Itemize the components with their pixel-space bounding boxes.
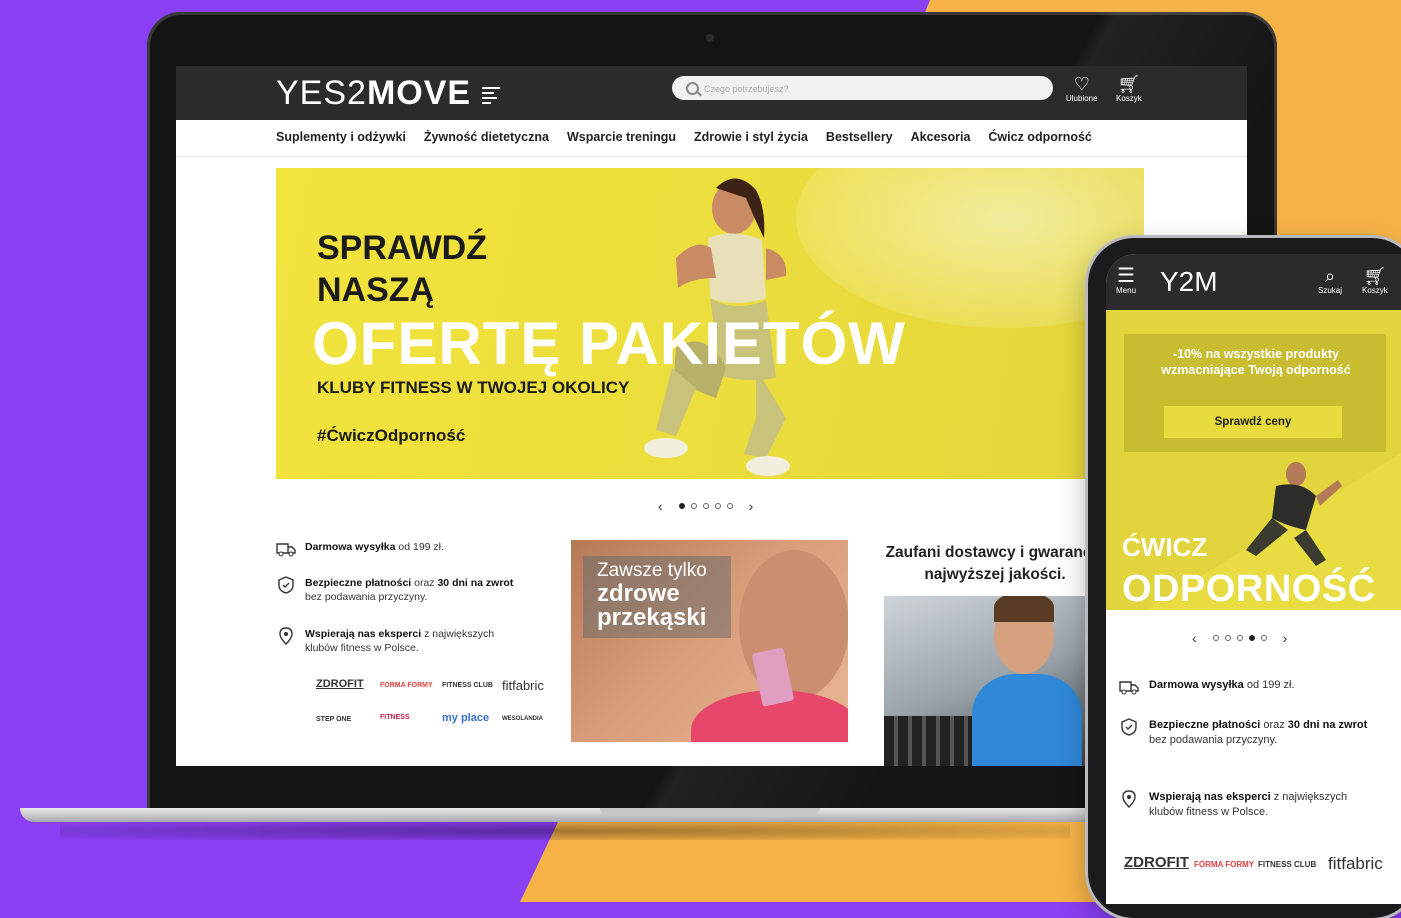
hero-line2: NASZĄ [317,271,435,309]
brand-logo-wesolandia[interactable]: WESOLANDIA [502,716,543,722]
brand-logo-fitfabric[interactable]: fitfabric [502,678,544,693]
brand-logo-fitness-club[interactable]: FITNESS CLUB [442,682,493,689]
brand-logo-my-place[interactable]: my place [442,712,489,724]
carousel-dot[interactable] [1248,635,1255,641]
trust-title: Zaufani dostawcy i gwarancja najwyższej … [885,544,1105,583]
brand-logo-step-one[interactable]: STEP ONE [316,716,351,723]
carousel-dot[interactable] [1260,635,1267,641]
truck-icon [276,543,296,557]
woman-face-image [739,550,848,700]
carousel-dot[interactable] [1236,635,1243,641]
search-icon [686,82,699,95]
mobile-logo[interactable]: Y2M [1160,266,1218,298]
hero-hashtag: #ĆwiczOdporność [317,426,466,445]
brand-logo-fitness[interactable]: FITNESS [380,714,410,721]
laptop-base [20,808,1110,822]
mobile-menu-button[interactable]: ☰ Menu [1116,266,1136,295]
mobile-header: ☰ Menu Y2M ⌕ Szukaj 🛒︎ Koszyk [1106,254,1401,310]
nav-item-supplements[interactable]: Suplementy i odżywki [276,130,406,144]
dumbbells-image [884,716,974,766]
search-input[interactable] [702,79,1036,99]
cart-icon: 🛒︎ [1117,74,1141,94]
brand-logo-zdrofit[interactable]: ZDROFIT [1124,854,1189,871]
carousel-dot[interactable] [714,503,721,509]
main-nav: Suplementy i odżywki Żywność dietetyczna… [276,130,1092,144]
mobile-search-button[interactable]: ⌕ Szukaj [1318,266,1342,295]
nav-item-accessories[interactable]: Akcesoria [911,130,971,144]
nav-item-diet-food[interactable]: Żywność dietetyczna [424,130,549,144]
search-bar[interactable] [672,76,1053,100]
nav-item-training[interactable]: Wsparcie treningu [567,130,676,144]
brand-logo-fitness-club[interactable]: FITNESS CLUB [1258,860,1316,869]
mobile-carousel-controls: ‹ › [1182,630,1297,646]
laptop-screen: YES2MOVE ♡ Ulubione 🛒︎ Koszyk Suplementy… [176,66,1247,766]
brand-logo-forma-formy[interactable]: FORMA FORMY [380,682,433,689]
check-prices-button[interactable]: Sprawdź ceny [1164,406,1342,438]
carousel-dot[interactable] [1212,635,1219,641]
site-logo[interactable]: YES2MOVE [276,74,500,113]
mobile-hero-line2: ODPORNOŚĆ [1122,568,1376,610]
laptop-notch [600,808,820,815]
carousel-dot[interactable] [690,503,697,509]
laptop-camera [706,34,714,42]
gym-trainer-card[interactable] [884,596,1096,766]
mobile-cart-button[interactable]: 🛒︎ Koszyk [1362,266,1388,295]
carousel-prev-button[interactable]: ‹ [1182,630,1207,646]
snack-promo-card[interactable]: Zawsze tylko zdrowe przekąski [571,540,848,742]
hero-line1: SPRAWDŹ [317,229,487,267]
carousel-prev-button[interactable]: ‹ [648,498,673,514]
heart-icon: ♡ [1073,74,1090,94]
nav-item-immunity[interactable]: Ćwicz odporność [988,130,1091,144]
logo-dash-icon [481,84,500,107]
brand-logo-fitfabric[interactable]: fitfabric [1328,854,1383,874]
laptop-shadow [60,822,1070,840]
hero-banner[interactable]: SPRAWDŹ NASZĄ OFERTĘ PAKIETÓW KLUBY FITN… [276,168,1144,479]
nav-item-bestsellers[interactable]: Bestsellery [826,130,893,144]
nav-divider [176,156,1247,157]
location-pin-icon [1122,790,1136,808]
brand-logo-zdrofit[interactable]: ZDROFIT [316,678,364,690]
cart-icon: 🛒︎ [1363,266,1387,286]
mobile-hero-line1: ĆWICZ [1122,532,1208,562]
hero-headline: OFERTĘ PAKIETÓW [312,310,906,377]
carousel-dot[interactable] [1224,635,1231,641]
carousel-dot[interactable] [726,503,733,509]
promo-text: -10% na wszystkie produkty wzmacniające … [1161,347,1351,377]
hero-subtitle: KLUBY FITNESS W TWOJEJ OKOLICY [317,378,630,397]
favorites-button[interactable]: ♡ Ulubione [1066,74,1098,103]
phone-screen: ☰ Menu Y2M ⌕ Szukaj 🛒︎ Koszyk -10% na ws… [1106,254,1401,904]
brand-logo-forma-formy[interactable]: FORMA FORMY [1194,860,1254,869]
carousel-next-button[interactable]: › [739,498,764,514]
carousel-dot[interactable] [702,503,709,509]
carousel-dot[interactable] [678,503,685,509]
truck-icon [1119,681,1139,695]
shield-icon [278,576,294,594]
hamburger-icon: ☰ [1117,265,1135,287]
nav-item-health[interactable]: Zdrowie i styl życia [694,130,808,144]
hero-carousel-controls: ‹ › [648,498,763,514]
search-icon: ⌕ [1324,266,1336,286]
site-header: YES2MOVE ♡ Ulubione 🛒︎ Koszyk [176,66,1247,120]
location-pin-icon [279,627,293,645]
mobile-hero-banner[interactable]: -10% na wszystkie produkty wzmacniające … [1106,310,1401,610]
cart-button[interactable]: 🛒︎ Koszyk [1116,74,1142,103]
trainer-hair-image [994,596,1054,622]
athlete-image [1246,462,1342,566]
shield-icon [1121,718,1137,736]
trainer-body-image [972,674,1082,766]
carousel-next-button[interactable]: › [1273,630,1298,646]
